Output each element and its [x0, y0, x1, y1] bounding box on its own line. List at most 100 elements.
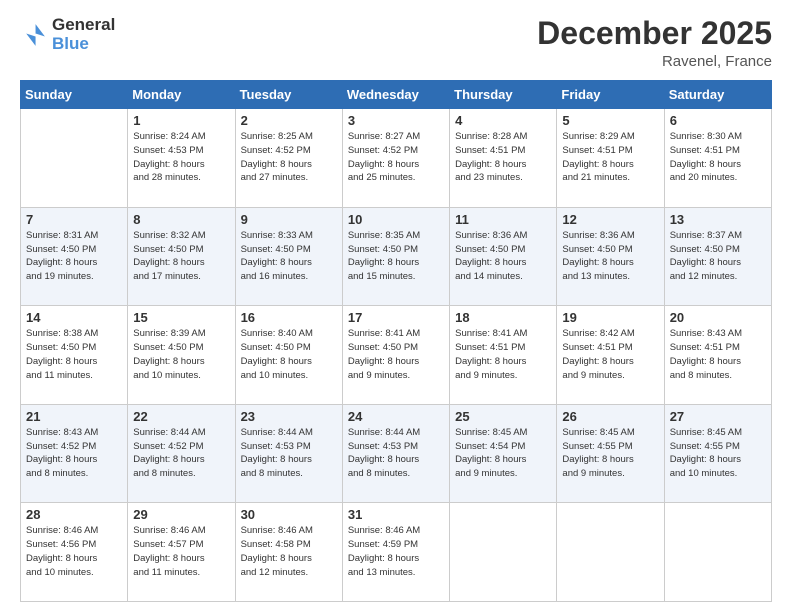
day-number: 3	[348, 113, 444, 128]
day-info: Sunrise: 8:27 AM Sunset: 4:52 PM Dayligh…	[348, 130, 444, 185]
day-info: Sunrise: 8:39 AM Sunset: 4:50 PM Dayligh…	[133, 327, 229, 382]
calendar-cell: 20 Sunrise: 8:43 AM Sunset: 4:51 PM Dayli…	[664, 306, 771, 405]
day-number: 28	[26, 507, 122, 522]
day-info: Sunrise: 8:43 AM Sunset: 4:51 PM Dayligh…	[670, 327, 766, 382]
weekday-header: Tuesday	[235, 81, 342, 109]
day-number: 12	[562, 212, 658, 227]
day-number: 17	[348, 310, 444, 325]
calendar-cell: 11 Sunrise: 8:36 AM Sunset: 4:50 PM Dayli…	[450, 207, 557, 306]
calendar-cell: 16Sunrise: 8:40 AM Sunset: 4:50 PM Dayli…	[235, 306, 342, 405]
day-number: 18	[455, 310, 551, 325]
calendar-cell	[21, 109, 128, 208]
day-info: Sunrise: 8:44 AM Sunset: 4:53 PM Dayligh…	[241, 426, 337, 481]
day-info: Sunrise: 8:24 AM Sunset: 4:53 PM Dayligh…	[133, 130, 229, 185]
month-title: December 2025	[537, 16, 772, 51]
day-info: Sunrise: 8:36 AM Sunset: 4:50 PM Dayligh…	[562, 229, 658, 284]
weekday-header: Monday	[128, 81, 235, 109]
day-number: 24	[348, 409, 444, 424]
location: Ravenel, France	[537, 53, 772, 70]
day-number: 21	[26, 409, 122, 424]
calendar-week-row: 14Sunrise: 8:38 AM Sunset: 4:50 PM Dayli…	[21, 306, 772, 405]
day-info: Sunrise: 8:46 AM Sunset: 4:59 PM Dayligh…	[348, 524, 444, 579]
day-number: 26	[562, 409, 658, 424]
day-info: Sunrise: 8:35 AM Sunset: 4:50 PM Dayligh…	[348, 229, 444, 284]
calendar-week-row: 28 Sunrise: 8:46 AM Sunset: 4:56 PM Dayli…	[21, 503, 772, 602]
day-number: 27	[670, 409, 766, 424]
calendar-cell: 15 Sunrise: 8:39 AM Sunset: 4:50 PM Dayli…	[128, 306, 235, 405]
calendar-cell: 8 Sunrise: 8:32 AM Sunset: 4:50 PM Daylig…	[128, 207, 235, 306]
day-number: 15	[133, 310, 229, 325]
page: General Blue December 2025 Ravenel, Fran…	[0, 0, 792, 612]
logo-icon	[20, 21, 48, 49]
calendar-cell: 9Sunrise: 8:33 AM Sunset: 4:50 PM Daylig…	[235, 207, 342, 306]
day-number: 9	[241, 212, 337, 227]
calendar-cell: 5 Sunrise: 8:29 AM Sunset: 4:51 PM Daylig…	[557, 109, 664, 208]
day-number: 7	[26, 212, 122, 227]
calendar-cell: 1 Sunrise: 8:24 AM Sunset: 4:53 PM Daylig…	[128, 109, 235, 208]
calendar-cell: 19 Sunrise: 8:42 AM Sunset: 4:51 PM Dayli…	[557, 306, 664, 405]
day-info: Sunrise: 8:29 AM Sunset: 4:51 PM Dayligh…	[562, 130, 658, 185]
weekday-header: Wednesday	[342, 81, 449, 109]
day-info: Sunrise: 8:46 AM Sunset: 4:56 PM Dayligh…	[26, 524, 122, 579]
calendar-cell: 27Sunrise: 8:45 AM Sunset: 4:55 PM Dayli…	[664, 404, 771, 503]
calendar-cell: 12 Sunrise: 8:36 AM Sunset: 4:50 PM Dayli…	[557, 207, 664, 306]
calendar-week-row: 7 Sunrise: 8:31 AM Sunset: 4:50 PM Daylig…	[21, 207, 772, 306]
calendar-cell: 29 Sunrise: 8:46 AM Sunset: 4:57 PM Dayli…	[128, 503, 235, 602]
day-number: 2	[241, 113, 337, 128]
calendar-cell: 13Sunrise: 8:37 AM Sunset: 4:50 PM Dayli…	[664, 207, 771, 306]
calendar-cell: 31Sunrise: 8:46 AM Sunset: 4:59 PM Dayli…	[342, 503, 449, 602]
day-number: 8	[133, 212, 229, 227]
day-number: 6	[670, 113, 766, 128]
day-info: Sunrise: 8:31 AM Sunset: 4:50 PM Dayligh…	[26, 229, 122, 284]
logo: General Blue	[20, 16, 115, 53]
calendar-cell: 2Sunrise: 8:25 AM Sunset: 4:52 PM Daylig…	[235, 109, 342, 208]
weekday-header-row: SundayMondayTuesdayWednesdayThursdayFrid…	[21, 81, 772, 109]
calendar-cell: 22Sunrise: 8:44 AM Sunset: 4:52 PM Dayli…	[128, 404, 235, 503]
weekday-header: Friday	[557, 81, 664, 109]
day-info: Sunrise: 8:46 AM Sunset: 4:58 PM Dayligh…	[241, 524, 337, 579]
calendar-cell: 7 Sunrise: 8:31 AM Sunset: 4:50 PM Daylig…	[21, 207, 128, 306]
calendar-cell: 23 Sunrise: 8:44 AM Sunset: 4:53 PM Dayli…	[235, 404, 342, 503]
day-number: 5	[562, 113, 658, 128]
day-number: 19	[562, 310, 658, 325]
weekday-header: Saturday	[664, 81, 771, 109]
day-number: 22	[133, 409, 229, 424]
day-info: Sunrise: 8:43 AM Sunset: 4:52 PM Dayligh…	[26, 426, 122, 481]
day-number: 30	[241, 507, 337, 522]
day-info: Sunrise: 8:28 AM Sunset: 4:51 PM Dayligh…	[455, 130, 551, 185]
calendar-week-row: 21 Sunrise: 8:43 AM Sunset: 4:52 PM Dayli…	[21, 404, 772, 503]
weekday-header: Thursday	[450, 81, 557, 109]
weekday-header: Sunday	[21, 81, 128, 109]
day-number: 11	[455, 212, 551, 227]
calendar-cell: 14Sunrise: 8:38 AM Sunset: 4:50 PM Dayli…	[21, 306, 128, 405]
day-number: 10	[348, 212, 444, 227]
calendar-cell: 21 Sunrise: 8:43 AM Sunset: 4:52 PM Dayli…	[21, 404, 128, 503]
calendar-cell	[664, 503, 771, 602]
day-info: Sunrise: 8:36 AM Sunset: 4:50 PM Dayligh…	[455, 229, 551, 284]
day-info: Sunrise: 8:44 AM Sunset: 4:53 PM Dayligh…	[348, 426, 444, 481]
day-number: 4	[455, 113, 551, 128]
calendar-cell: 18 Sunrise: 8:41 AM Sunset: 4:51 PM Dayli…	[450, 306, 557, 405]
calendar-cell: 4 Sunrise: 8:28 AM Sunset: 4:51 PM Daylig…	[450, 109, 557, 208]
calendar-cell	[450, 503, 557, 602]
calendar-table: SundayMondayTuesdayWednesdayThursdayFrid…	[20, 80, 772, 602]
day-number: 1	[133, 113, 229, 128]
day-info: Sunrise: 8:42 AM Sunset: 4:51 PM Dayligh…	[562, 327, 658, 382]
day-info: Sunrise: 8:46 AM Sunset: 4:57 PM Dayligh…	[133, 524, 229, 579]
day-info: Sunrise: 8:40 AM Sunset: 4:50 PM Dayligh…	[241, 327, 337, 382]
calendar-cell: 3 Sunrise: 8:27 AM Sunset: 4:52 PM Daylig…	[342, 109, 449, 208]
day-info: Sunrise: 8:32 AM Sunset: 4:50 PM Dayligh…	[133, 229, 229, 284]
title-block: December 2025 Ravenel, France	[537, 16, 772, 70]
day-number: 23	[241, 409, 337, 424]
calendar-cell: 6 Sunrise: 8:30 AM Sunset: 4:51 PM Daylig…	[664, 109, 771, 208]
calendar-cell: 26 Sunrise: 8:45 AM Sunset: 4:55 PM Dayli…	[557, 404, 664, 503]
calendar-cell: 28 Sunrise: 8:46 AM Sunset: 4:56 PM Dayli…	[21, 503, 128, 602]
day-number: 20	[670, 310, 766, 325]
day-number: 29	[133, 507, 229, 522]
calendar-cell: 25Sunrise: 8:45 AM Sunset: 4:54 PM Dayli…	[450, 404, 557, 503]
header: General Blue December 2025 Ravenel, Fran…	[20, 16, 772, 70]
day-info: Sunrise: 8:38 AM Sunset: 4:50 PM Dayligh…	[26, 327, 122, 382]
day-info: Sunrise: 8:41 AM Sunset: 4:51 PM Dayligh…	[455, 327, 551, 382]
day-info: Sunrise: 8:45 AM Sunset: 4:55 PM Dayligh…	[562, 426, 658, 481]
day-info: Sunrise: 8:30 AM Sunset: 4:51 PM Dayligh…	[670, 130, 766, 185]
